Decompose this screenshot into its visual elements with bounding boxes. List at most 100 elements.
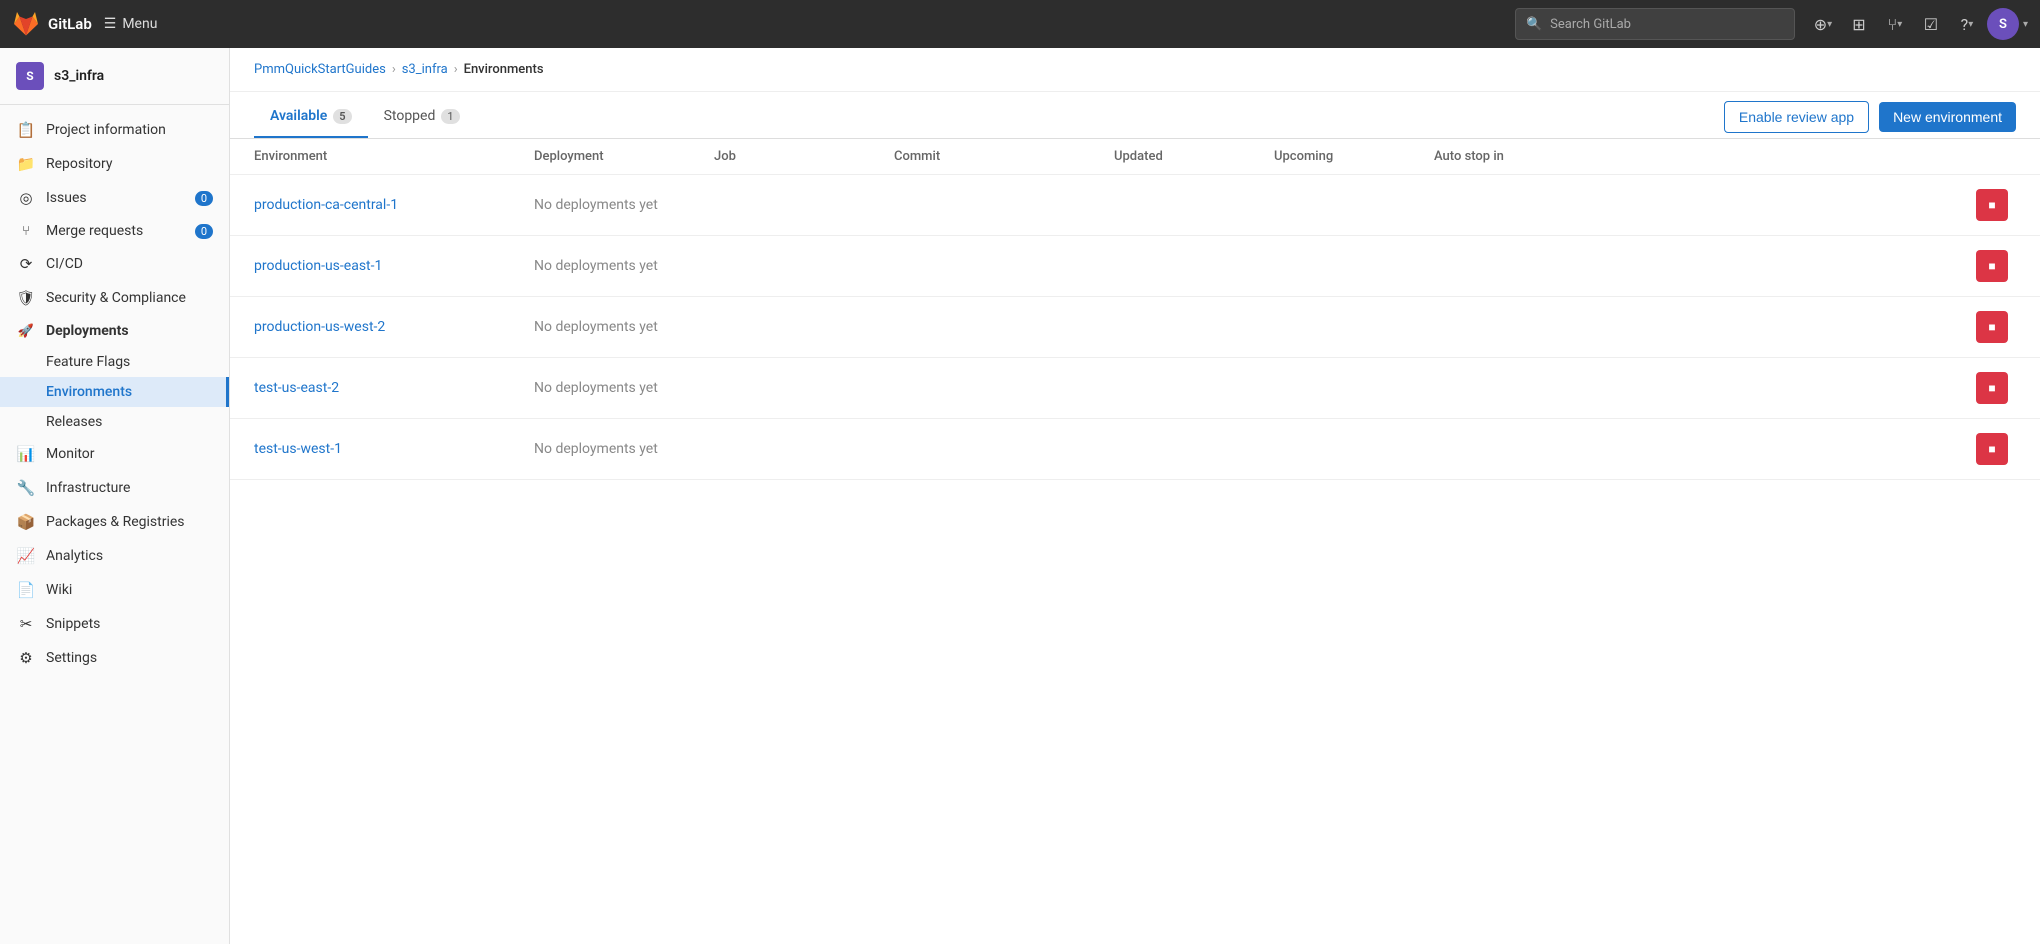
sidebar-label-issues: Issues: [46, 190, 87, 206]
top-navbar: GitLab ☰ Menu 🔍 Search GitLab ⊕ ▾ ⊞ ⑂ ▾ …: [0, 0, 2040, 48]
sidebar-project-header[interactable]: S s3_infra: [0, 48, 229, 105]
env-link-4[interactable]: test-us-east-2: [254, 380, 339, 396]
hamburger-icon: ☰: [104, 16, 117, 32]
search-icon: 🔍: [1526, 17, 1542, 32]
header-auto-stop: Auto stop in: [1434, 149, 1614, 164]
cicd-icon: ⟳: [16, 255, 36, 273]
repository-icon: 📁: [16, 155, 36, 173]
sidebar-item-infrastructure[interactable]: 🔧 Infrastructure: [0, 471, 229, 505]
new-environment-button[interactable]: New environment: [1879, 102, 2016, 132]
env-link-3[interactable]: production-us-west-2: [254, 319, 385, 335]
sidebar-item-repository[interactable]: 📁 Repository: [0, 147, 229, 181]
dock-icon[interactable]: ⊞: [1843, 8, 1875, 40]
header-actions: [1614, 149, 2016, 164]
env-link-5[interactable]: test-us-west-1: [254, 441, 342, 457]
infrastructure-icon: 🔧: [16, 479, 36, 497]
issues-badge: 0: [195, 191, 213, 206]
env-action-cell-1: ■: [1614, 189, 2016, 221]
sidebar-label-security: Security & Compliance: [46, 290, 186, 306]
env-stop-button-5[interactable]: ■: [1976, 433, 2008, 465]
tab-actions: Enable review app New environment: [1724, 101, 2016, 133]
gitlab-logo[interactable]: GitLab: [12, 10, 92, 38]
sidebar-label-settings: Settings: [46, 650, 97, 666]
user-avatar[interactable]: S: [1987, 8, 2019, 40]
create-chevron: ▾: [1827, 19, 1832, 30]
stop-icon-3: ■: [1988, 320, 1995, 334]
env-stop-button-3[interactable]: ■: [1976, 311, 2008, 343]
sidebar-item-security-compliance[interactable]: 🛡 Security & Compliance: [0, 281, 229, 315]
sidebar-label-repository: Repository: [46, 156, 112, 172]
help-icon[interactable]: ? ▾: [1951, 8, 1983, 40]
snippets-icon: ✂: [16, 615, 36, 633]
env-link-2[interactable]: production-us-east-1: [254, 258, 382, 274]
env-stop-button-4[interactable]: ■: [1976, 372, 2008, 404]
env-row-production-ca-central-1: production-ca-central-1 No deployments y…: [230, 175, 2040, 236]
dock-symbol: ⊞: [1852, 15, 1865, 34]
breadcrumb-sep-1: ›: [392, 62, 396, 77]
wiki-icon: 📄: [16, 581, 36, 599]
sidebar-item-deployments[interactable]: 🚀 Deployments: [0, 315, 229, 347]
sidebar-subitem-environments[interactable]: Environments: [0, 377, 229, 407]
releases-label: Releases: [46, 414, 102, 430]
env-action-cell-5: ■: [1614, 433, 2016, 465]
sidebar-label-project-information: Project information: [46, 122, 166, 138]
search-bar[interactable]: 🔍 Search GitLab: [1515, 8, 1795, 40]
sidebar-item-monitor[interactable]: 📊 Monitor: [0, 437, 229, 471]
sidebar-item-snippets[interactable]: ✂ Snippets: [0, 607, 229, 641]
mr-symbol: ⑂: [1888, 15, 1898, 34]
tab-available[interactable]: Available 5: [254, 96, 368, 138]
topnav-icon-group: ⊕ ▾ ⊞ ⑂ ▾ ☑ ? ▾ S ▾: [1807, 8, 2028, 40]
sidebar-item-analytics[interactable]: 📈 Analytics: [0, 539, 229, 573]
todo-symbol: ☑: [1924, 15, 1938, 34]
sidebar-label-wiki: Wiki: [46, 582, 72, 598]
todo-icon[interactable]: ☑: [1915, 8, 1947, 40]
tab-stopped[interactable]: Stopped 1: [368, 96, 476, 138]
env-row-test-us-west-1: test-us-west-1 No deployments yet ■: [230, 419, 2040, 480]
sidebar-item-merge-requests[interactable]: ⑂ Merge requests 0: [0, 215, 229, 247]
env-deploy-4: No deployments yet: [534, 380, 714, 396]
env-deploy-1: No deployments yet: [534, 197, 714, 213]
enable-review-app-button[interactable]: Enable review app: [1724, 101, 1869, 133]
help-symbol: ?: [1961, 15, 1969, 34]
sidebar-item-wiki[interactable]: 📄 Wiki: [0, 573, 229, 607]
sidebar-label-analytics: Analytics: [46, 548, 103, 564]
stop-icon-5: ■: [1988, 442, 1995, 456]
breadcrumb-pmm[interactable]: PmmQuickStartGuides: [254, 62, 386, 77]
tab-stopped-count: 1: [441, 109, 459, 124]
header-commit: Commit: [894, 149, 1114, 164]
tab-available-count: 5: [333, 109, 351, 124]
sidebar-item-project-information[interactable]: 📋 Project information: [0, 113, 229, 147]
project-name: s3_infra: [54, 68, 104, 84]
sidebar-label-infrastructure: Infrastructure: [46, 480, 130, 496]
main-content: PmmQuickStartGuides › s3_infra › Environ…: [230, 48, 2040, 944]
sidebar: S s3_infra 📋 Project information 📁 Repos…: [0, 48, 230, 944]
stop-icon-1: ■: [1988, 198, 1995, 212]
env-stop-button-2[interactable]: ■: [1976, 250, 2008, 282]
env-stop-button-1[interactable]: ■: [1976, 189, 2008, 221]
sidebar-subitem-feature-flags[interactable]: Feature Flags: [0, 347, 229, 377]
project-information-icon: 📋: [16, 121, 36, 139]
environments-label: Environments: [46, 384, 132, 400]
merge-request-icon[interactable]: ⑂ ▾: [1879, 8, 1911, 40]
sidebar-item-settings[interactable]: ⚙ Settings: [0, 641, 229, 675]
sidebar-subitem-releases[interactable]: Releases: [0, 407, 229, 437]
help-chevron: ▾: [1968, 19, 1973, 30]
sidebar-label-merge-requests: Merge requests: [46, 223, 143, 239]
env-row-production-us-west-2: production-us-west-2 No deployments yet …: [230, 297, 2040, 358]
env-deploy-3: No deployments yet: [534, 319, 714, 335]
env-name-2: production-us-east-1: [254, 258, 534, 274]
env-deploy-2: No deployments yet: [534, 258, 714, 274]
env-name-5: test-us-west-1: [254, 441, 534, 457]
menu-button[interactable]: ☰ Menu: [104, 16, 158, 32]
sidebar-item-issues[interactable]: ◎ Issues 0: [0, 181, 229, 215]
sidebar-label-snippets: Snippets: [46, 616, 100, 632]
env-table-body: production-ca-central-1 No deployments y…: [230, 175, 2040, 480]
sidebar-item-packages-registries[interactable]: 📦 Packages & Registries: [0, 505, 229, 539]
sidebar-item-cicd[interactable]: ⟳ CI/CD: [0, 247, 229, 281]
breadcrumb-s3infra[interactable]: s3_infra: [402, 62, 448, 77]
create-button[interactable]: ⊕ ▾: [1807, 8, 1839, 40]
env-link-1[interactable]: production-ca-central-1: [254, 197, 398, 213]
env-deploy-5: No deployments yet: [534, 441, 714, 457]
env-name-1: production-ca-central-1: [254, 197, 534, 213]
merge-requests-badge: 0: [195, 224, 213, 239]
